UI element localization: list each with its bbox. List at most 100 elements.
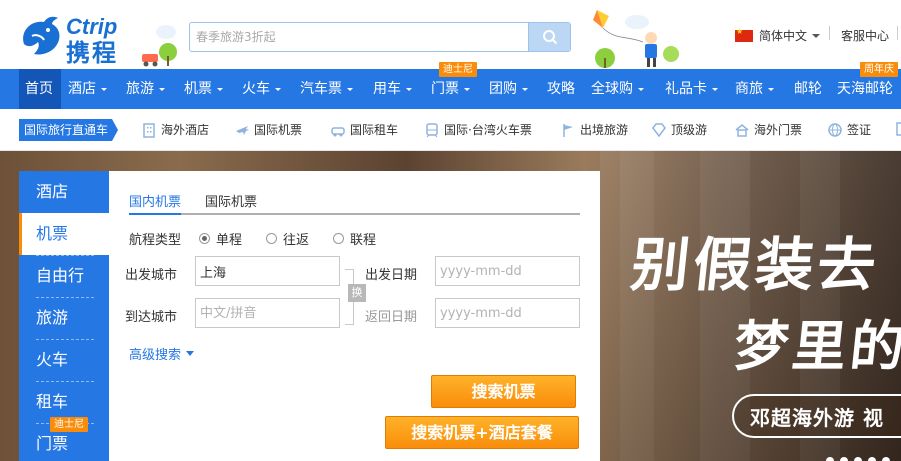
nav-item-10[interactable]: 全球购 xyxy=(584,69,658,109)
nav-item-11[interactable]: 礼品卡 xyxy=(658,69,728,109)
subnav-item-5[interactable]: 顶级游 xyxy=(651,121,707,139)
subnav-item-7[interactable]: 签证 xyxy=(827,121,871,139)
radio-round-trip[interactable]: 往返 xyxy=(266,229,309,248)
language-selector[interactable]: 简体中文 xyxy=(735,27,821,44)
train-icon xyxy=(426,123,438,138)
swap-cities-button[interactable]: 换 xyxy=(348,284,366,302)
nav-item-1[interactable]: 酒店 xyxy=(61,69,119,109)
sidebar-item-4[interactable]: 火车 xyxy=(19,339,109,381)
radio-multi-city[interactable]: 联程 xyxy=(333,229,376,248)
sidebar-disney-tag: 迪士尼 xyxy=(50,417,88,432)
depart-date-input[interactable] xyxy=(435,256,580,286)
chevron-down-icon xyxy=(812,33,821,38)
language-label: 简体中文 xyxy=(759,29,808,43)
subnav-item-3[interactable]: 国际·台湾火车票 xyxy=(424,121,532,139)
china-flag-icon xyxy=(735,27,753,42)
customer-service-link[interactable]: 客服中心 xyxy=(841,27,889,44)
subnav-item-label: 顶级游 xyxy=(671,123,708,137)
chevron-down-icon xyxy=(712,87,718,91)
nav-item-label: 汽车票 xyxy=(300,81,342,97)
radio-dot-checked xyxy=(199,233,210,244)
logo-text-cn: 携程 xyxy=(66,39,118,67)
nav-item-label: 旅游 xyxy=(126,81,154,97)
chevron-down-icon xyxy=(768,87,774,91)
nav-item-label: 机票 xyxy=(184,81,212,97)
flight-tabs: 国内机票 国际机票 xyxy=(129,191,580,215)
nav-item-label: 门票 xyxy=(431,81,459,97)
nav-item-label: 攻略 xyxy=(547,81,575,97)
nav-item-12[interactable]: 商旅 xyxy=(728,69,787,109)
radio-dot xyxy=(333,233,344,244)
subnav-item-label: 出境旅游 xyxy=(580,123,629,137)
flight-search-panel: 国内机票 国际机票 航程类型 单程 往返 联程 出发城市 到达城市 换 出发日期… xyxy=(109,171,600,461)
nav-item-label: 团购 xyxy=(489,81,517,97)
search-box xyxy=(189,22,571,52)
subnav-title: 国际旅行直通车 xyxy=(19,119,119,141)
search-icon xyxy=(542,30,557,45)
search-input[interactable] xyxy=(190,23,528,51)
radio-dot xyxy=(266,233,277,244)
sidebar-item-1[interactable]: 机票 xyxy=(19,213,109,255)
nav-item-label: 酒店 xyxy=(68,81,96,97)
subnav-item-2[interactable]: 国际租车 xyxy=(330,121,398,139)
nav-item-label: 火车 xyxy=(242,81,270,97)
sidebar-separator xyxy=(36,255,94,256)
banner-headline-1: 别假装去 xyxy=(627,231,884,299)
nav-item-8[interactable]: 团购 xyxy=(482,69,540,109)
ctrip-logo[interactable]: Ctrip 携程 xyxy=(18,14,138,67)
arrive-city-label: 到达城市 xyxy=(125,310,178,325)
nav-item-9[interactable]: 攻略 xyxy=(540,69,584,109)
sidebar-item-2[interactable]: 自由行 xyxy=(19,255,109,297)
radio-one-way[interactable]: 单程 xyxy=(199,229,242,248)
search-flight-hotel-button[interactable]: 搜索机票+酒店套餐 xyxy=(385,416,579,449)
diamond-icon xyxy=(652,123,666,138)
nav-item-label: 首页 xyxy=(25,81,53,97)
nav-item-2[interactable]: 旅游 xyxy=(119,69,177,109)
subnav-item-4[interactable]: 出境旅游 xyxy=(560,121,628,139)
return-date-input[interactable] xyxy=(435,298,580,328)
international-subnav: 国际旅行直通车 海外酒店 国际机票 国际租车 国际·台湾火车票 出境旅游 顶级游 海外门票 签… xyxy=(0,109,901,151)
search-flights-button[interactable]: 搜索机票 xyxy=(431,375,576,408)
subnav-item-label: 海外酒店 xyxy=(161,123,210,137)
sidebar-item-3[interactable]: 旅游 xyxy=(19,297,109,339)
nav-item-6[interactable]: 用车 xyxy=(366,69,424,109)
airplane-icon xyxy=(236,126,249,135)
tab-international-flights[interactable]: 国际机票 xyxy=(205,191,257,213)
chevron-down-icon xyxy=(522,87,528,91)
anniversary-tag: 周年庆 xyxy=(860,62,898,77)
chevron-down-icon xyxy=(101,87,107,91)
subnav-item-0[interactable]: 海外酒店 xyxy=(141,121,209,139)
nav-item-label: 用车 xyxy=(373,81,401,97)
subnav-item-1[interactable]: 国际机票 xyxy=(234,121,302,139)
subnav-item-label: 签证 xyxy=(847,123,872,137)
sidebar-item-0[interactable]: 酒店 xyxy=(19,171,109,213)
chevron-down-icon xyxy=(217,87,223,91)
nav-item-3[interactable]: 机票 xyxy=(177,69,235,109)
chevron-down-icon xyxy=(275,87,281,91)
tab-domestic-flights[interactable]: 国内机票 xyxy=(129,191,182,215)
kite-kid-illustration-icon xyxy=(593,10,679,68)
more-icon[interactable] xyxy=(895,121,901,137)
dolphin-logo-icon xyxy=(23,16,60,55)
chevron-down-icon xyxy=(464,87,470,91)
subnav-item-label: 国际租车 xyxy=(350,123,399,137)
ticket-house-icon xyxy=(735,124,749,137)
search-button[interactable] xyxy=(528,23,570,51)
arrive-city-input[interactable] xyxy=(195,298,340,328)
travel-flag-icon xyxy=(563,124,573,137)
nav-item-4[interactable]: 火车 xyxy=(235,69,293,109)
subnav-item-label: 国际·台湾火车票 xyxy=(444,123,532,137)
subnav-item-6[interactable]: 海外门票 xyxy=(734,121,802,139)
nav-item-0[interactable]: 首页 xyxy=(19,69,61,109)
radio-label: 单程 xyxy=(216,233,243,248)
depart-city-input[interactable] xyxy=(195,256,340,286)
nav-item-5[interactable]: 汽车票 xyxy=(293,69,366,109)
nav-item-13[interactable]: 邮轮 xyxy=(787,69,830,109)
header-divider xyxy=(829,26,830,40)
sidebar-separator xyxy=(36,381,94,382)
chevron-down-icon xyxy=(406,87,412,91)
banner-pill[interactable]: 邓超海外游 视 xyxy=(732,394,901,438)
advanced-search-toggle[interactable]: 高级搜索 xyxy=(129,344,195,363)
advanced-search-label: 高级搜索 xyxy=(129,348,182,363)
disney-tag: 迪士尼 xyxy=(439,62,477,77)
